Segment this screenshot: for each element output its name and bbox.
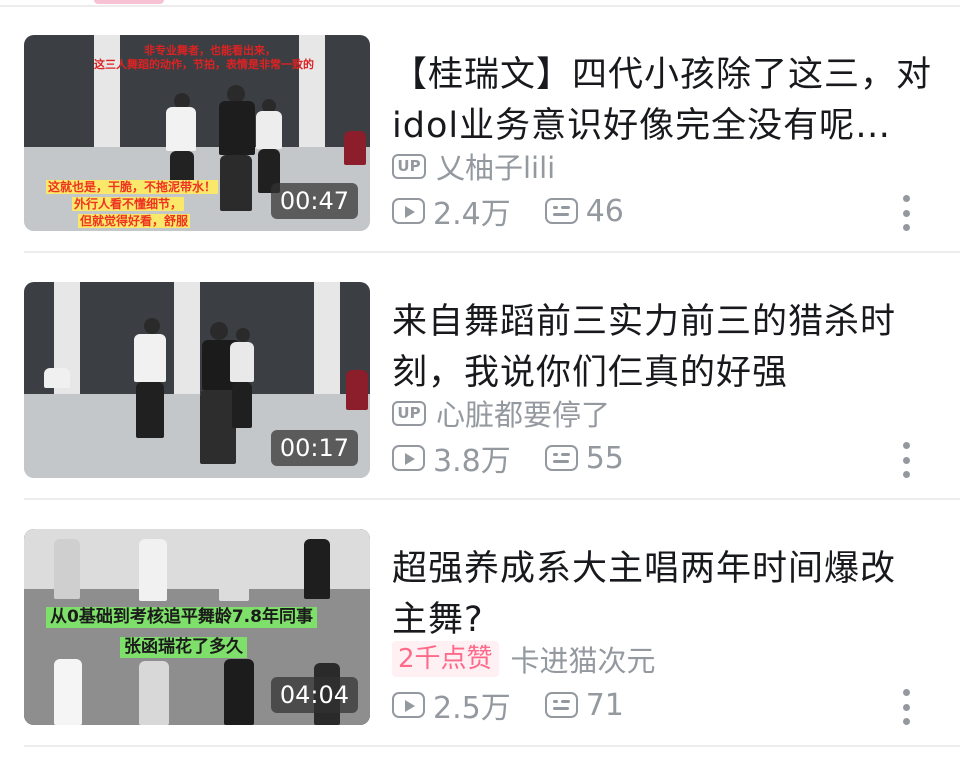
author-name[interactable]: 乂柚子lili bbox=[436, 145, 555, 187]
card-divider bbox=[24, 251, 960, 253]
top-divider bbox=[0, 0, 960, 8]
thumbnail-caption: 但就觉得好看，舒服 bbox=[78, 214, 191, 228]
stats-row: 3.8万 55 bbox=[392, 436, 624, 480]
duration-label: 00:17 bbox=[270, 430, 358, 466]
thumbnail-caption: 这就也是，干脆，不拖泥带水！ bbox=[46, 180, 219, 194]
danmaku-count-icon bbox=[544, 445, 578, 471]
video-title-line: 来自舞蹈前三实力前三的猎杀时 bbox=[392, 302, 897, 342]
more-vertical-icon[interactable] bbox=[898, 442, 914, 478]
danmaku-count-icon bbox=[544, 692, 578, 718]
thumbnail-caption: 张函瑞花了多久 bbox=[120, 637, 247, 658]
play-count-icon bbox=[392, 445, 425, 471]
video-thumbnail[interactable]: 从0基础到考核追平舞龄7.8年同事 张函瑞花了多久 04:04 bbox=[24, 529, 370, 725]
video-card[interactable]: 00:17 来自舞蹈前三实力前三的猎杀时 刻，我说你们仨真的好强 UP 心脏都要… bbox=[0, 255, 960, 500]
author-row[interactable]: UP 心脏都要停了 bbox=[392, 392, 610, 434]
author-name[interactable]: 卡进猫次元 bbox=[511, 638, 656, 680]
play-count-icon bbox=[392, 692, 425, 718]
card-divider bbox=[24, 745, 960, 747]
thumbnail-caption: 外行人看不懂细节， bbox=[72, 197, 185, 211]
stats-row: 2.5万 71 bbox=[392, 683, 624, 727]
video-title[interactable]: 【桂瑞文】四代小孩除了这三，对 idol业务意识好像完全没有呢… bbox=[392, 50, 932, 152]
duration-label: 04:04 bbox=[270, 677, 358, 713]
danmaku-count: 71 bbox=[585, 687, 624, 723]
video-thumbnail[interactable]: 非专业舞者，也能看出来， 这三人舞蹈的动作，节拍，表情是非常一致的 这就也是，干… bbox=[24, 35, 370, 231]
thumbnail-caption: 从0基础到考核追平舞龄7.8年同事 bbox=[46, 607, 317, 628]
video-title[interactable]: 来自舞蹈前三实力前三的猎杀时 刻，我说你们仨真的好强 bbox=[392, 297, 932, 399]
video-card[interactable]: 非专业舞者，也能看出来， 这三人舞蹈的动作，节拍，表情是非常一致的 这就也是，干… bbox=[0, 8, 960, 253]
video-title-line: 【桂瑞文】四代小孩除了这三，对 bbox=[392, 55, 933, 95]
view-count: 3.8万 bbox=[433, 444, 511, 479]
author-row[interactable]: 2千点赞 卡进猫次元 bbox=[392, 638, 656, 680]
more-vertical-icon[interactable] bbox=[898, 195, 914, 231]
up-icon: UP bbox=[392, 400, 426, 426]
video-thumbnail[interactable]: 00:17 bbox=[24, 282, 370, 478]
up-icon: UP bbox=[392, 153, 426, 179]
video-title-line: 超强养成系大主唱两年时间爆改 bbox=[392, 549, 897, 589]
duration-label: 00:47 bbox=[270, 183, 358, 219]
view-count: 2.5万 bbox=[433, 691, 511, 726]
likes-badge: 2千点赞 bbox=[392, 641, 499, 677]
video-card[interactable]: 从0基础到考核追平舞龄7.8年同事 张函瑞花了多久 04:04 超强养成系大主唱… bbox=[0, 502, 960, 747]
author-name[interactable]: 心脏都要停了 bbox=[436, 392, 610, 434]
stats-row: 2.4万 46 bbox=[392, 189, 624, 233]
more-vertical-icon[interactable] bbox=[898, 689, 914, 725]
thumbnail-caption: 这三人舞蹈的动作，节拍，表情是非常一致的 bbox=[94, 58, 314, 71]
video-title[interactable]: 超强养成系大主唱两年时间爆改 主舞? bbox=[392, 544, 932, 646]
danmaku-count: 46 bbox=[585, 193, 624, 229]
danmaku-count: 55 bbox=[585, 440, 624, 476]
play-count-icon bbox=[392, 198, 425, 224]
active-tab-indicator bbox=[94, 0, 164, 4]
thumbnail-caption: 非专业舞者，也能看出来， bbox=[144, 44, 276, 57]
danmaku-count-icon bbox=[544, 198, 578, 224]
card-divider bbox=[24, 498, 960, 500]
author-row[interactable]: UP 乂柚子lili bbox=[392, 145, 555, 187]
view-count: 2.4万 bbox=[433, 197, 511, 232]
